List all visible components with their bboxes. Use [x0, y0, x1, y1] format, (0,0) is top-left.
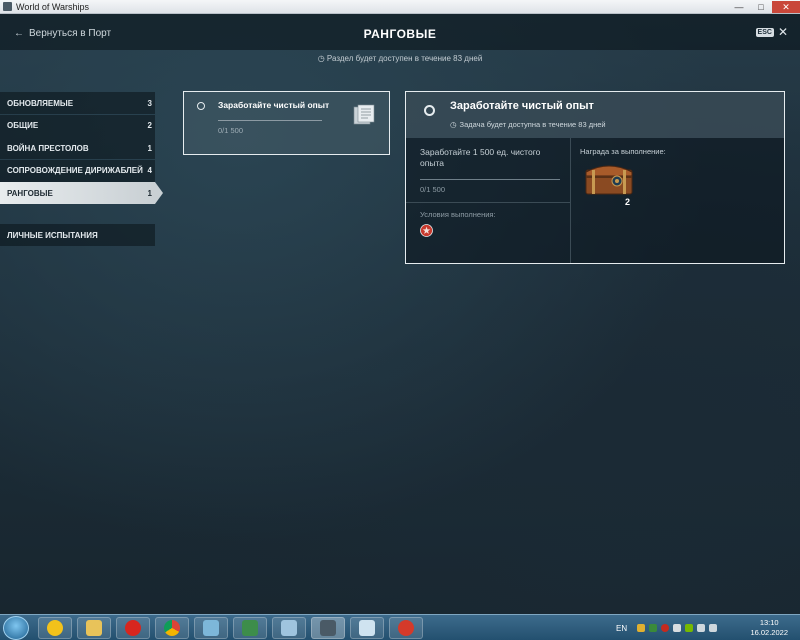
taskbar-app-9[interactable] [350, 617, 384, 639]
taskbar-world-of-warships[interactable] [311, 617, 345, 639]
opera-icon [125, 620, 141, 636]
task-detail-progress: 0/1 500 [420, 185, 446, 194]
window-titlebar: World of Warships — □ ✕ [0, 0, 800, 14]
warships-icon [320, 620, 336, 636]
clock-time: 13:10 [759, 618, 779, 627]
taskbar-clock[interactable]: 13:10 16.02.2022 [750, 618, 788, 638]
clock-icon: ◷ [317, 54, 325, 63]
sidebar-item-label: ЛИЧНЫЕ ИСПЫТАНИЯ [7, 230, 98, 240]
taskbar-app-7[interactable] [272, 617, 306, 639]
minimize-button[interactable]: — [728, 1, 750, 13]
task-timer-text: Задача будет доступна в течение 83 дней [459, 120, 606, 129]
section-timer: ◷ Раздел будет доступен в течение 83 дне… [0, 54, 800, 63]
network-icon[interactable] [697, 624, 706, 632]
windows-taskbar: EN 13:10 16.02.2022 [0, 614, 800, 640]
task-progress-bar [420, 179, 560, 180]
close-window-button[interactable]: ✕ [772, 0, 800, 13]
app-icon [3, 2, 12, 11]
folder-icon [86, 620, 102, 636]
sidebar-item-count: 2 [147, 121, 152, 130]
close-icon: ✕ [777, 25, 788, 39]
app-icon [203, 620, 219, 636]
sidebar-item-label: ОБЩИЕ [7, 121, 39, 130]
task-description: Заработайте 1 500 ед. чистого опыта [420, 147, 541, 168]
app-icon [281, 620, 297, 636]
column-divider [570, 138, 571, 263]
task-timer: ◷ Задача будет доступна в течение 83 дне… [450, 120, 606, 129]
taskbar-app-10[interactable] [389, 617, 423, 639]
category-sidebar: ОБНОВЛЯЕМЫЕ 3 ОБЩИЕ 2 ВОЙНА ПРЕСТОЛОВ 1 … [0, 92, 165, 247]
task-detail-title: Заработайте чистый опыт [450, 100, 594, 112]
clock-date: 16.02.2022 [750, 628, 788, 637]
taskbar-explorer[interactable] [77, 617, 111, 639]
row-divider [406, 202, 570, 203]
esc-badge: ESC [755, 27, 774, 37]
tray-icon[interactable] [649, 624, 658, 632]
section-timer-text: Раздел будет доступен в течение 83 дней [326, 54, 483, 63]
task-radio-icon [197, 102, 205, 110]
sidebar-item-label: ВОЙНА ПРЕСТОЛОВ [7, 143, 89, 153]
taskbar-app-1[interactable] [38, 617, 72, 639]
sidebar-item-label: ОБНОВЛЯЕМЫЕ [7, 98, 74, 108]
reward-container-icon[interactable] [584, 160, 634, 196]
sidebar-item-ranked[interactable]: РАНГОВЫЕ 1 [0, 182, 163, 204]
close-screen-button[interactable]: ESC ✕ [755, 25, 788, 39]
task-card-title: Заработайте чистый опыт [218, 100, 330, 110]
taskbar-opera[interactable] [116, 617, 150, 639]
app-icon [359, 620, 375, 636]
task-progress-bar [218, 120, 322, 121]
taskbar-app-6[interactable] [233, 617, 267, 639]
game-screen: ← Вернуться в Порт РАНГОВЫЕ ESC ✕ ◷ Разд… [0, 14, 800, 614]
tray-icon[interactable] [637, 624, 646, 632]
sidebar-item-count: 1 [147, 188, 152, 198]
sidebar-item-updatable[interactable]: ОБНОВЛЯЕМЫЕ 3 [0, 92, 155, 114]
window-title: World of Warships [16, 1, 90, 12]
language-indicator[interactable]: EN [616, 624, 627, 633]
nvidia-icon[interactable] [685, 624, 694, 632]
maximize-button[interactable]: □ [750, 1, 772, 13]
conditions-label: Условия выполнения: [420, 210, 496, 219]
app-icon [47, 620, 63, 636]
sidebar-item-count: 3 [147, 98, 152, 108]
page-title: РАНГОВЫЕ [363, 27, 437, 41]
sidebar-item-label: РАНГОВЫЕ [7, 188, 53, 198]
sidebar-item-count: 1 [147, 143, 152, 153]
clock-icon: ◷ [450, 120, 457, 129]
taskbar-app-5[interactable] [194, 617, 228, 639]
task-radio-icon [424, 105, 435, 116]
sidebar-item-personal-challenges[interactable]: ЛИЧНЫЕ ИСПЫТАНИЯ [0, 224, 155, 246]
tray-icon[interactable] [661, 624, 670, 632]
app-icon [398, 620, 414, 636]
documents-icon [353, 104, 375, 125]
sidebar-item-label: СОПРОВОЖДЕНИЕ ДИРИЖАБЛЕЙ [7, 166, 143, 175]
taskbar-chrome[interactable] [155, 617, 189, 639]
volume-icon[interactable] [709, 624, 718, 632]
sidebar-item-count: 4 [147, 166, 152, 175]
task-detail-panel: Заработайте чистый опыт ◷ Задача будет д… [405, 91, 785, 264]
ranked-condition-icon[interactable] [420, 224, 433, 237]
sidebar-item-airship-escort[interactable]: СОПРОВОЖДЕНИЕ ДИРИЖАБЛЕЙ 4 [0, 159, 155, 182]
reward-count: 2 [625, 197, 631, 207]
task-card[interactable]: Заработайте чистый опыт 0/1 500 [183, 91, 390, 155]
sidebar-item-game-of-thrones[interactable]: ВОЙНА ПРЕСТОЛОВ 1 [0, 137, 155, 159]
sidebar-item-general[interactable]: ОБЩИЕ 2 [0, 114, 155, 137]
task-card-progress: 0/1 500 [218, 126, 244, 135]
monitor-icon [242, 620, 258, 636]
chrome-icon [164, 620, 180, 636]
tray-icon[interactable] [673, 624, 682, 632]
task-detail-header [406, 92, 784, 138]
start-button[interactable] [3, 616, 29, 640]
reward-label: Награда за выполнение: [580, 147, 666, 156]
